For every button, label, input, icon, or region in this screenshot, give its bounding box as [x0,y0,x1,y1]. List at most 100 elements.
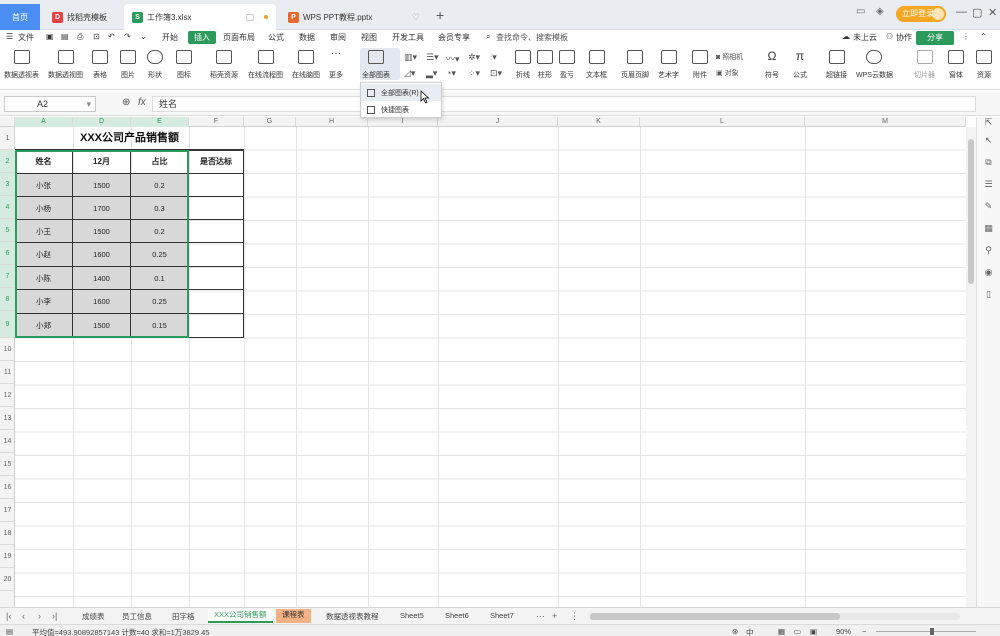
tab-home[interactable]: 首页 [0,4,40,30]
col-header-j[interactable]: J [438,117,558,127]
table-cell[interactable]: 0.2 [131,220,189,243]
page-view-icon[interactable]: ▭ [794,627,801,636]
skin-icon[interactable]: ◈ [876,6,884,17]
col-header-a[interactable]: A [15,117,73,127]
table-cell[interactable]: 0.2 [131,174,189,197]
all-charts-button[interactable]: 全部图表 [362,50,390,80]
menu-review[interactable]: 审阅 [330,32,346,43]
col-header-d[interactable]: D [73,117,131,127]
col-header-l[interactable]: L [640,117,805,127]
wps-cloud-data-button[interactable]: WPS云数据 [856,50,893,80]
menu-dev-tools[interactable]: 开发工具 [392,32,424,43]
table-cell[interactable]: 小王 [15,220,73,243]
area-chart-icon[interactable]: ◿▾ [404,68,415,79]
sparkline-line-button[interactable]: 折线 [515,50,531,80]
book-icon[interactable]: ▯ [983,289,994,299]
row-header-3[interactable]: 3 [0,173,15,196]
tab-pptx[interactable]: P WPS PPT教程.pptx ♡ [280,4,430,30]
table-cell[interactable] [189,314,244,338]
grid-icon[interactable]: ▦ [983,223,994,233]
scatter-chart-icon[interactable]: ⁘▾ [468,68,480,79]
table-cell[interactable] [189,220,244,243]
table-cell[interactable]: 小赵 [15,243,73,267]
col-header-k[interactable]: K [558,117,640,127]
new-tab-button[interactable]: + [436,7,444,23]
flowchart-button[interactable]: 在线流程图 [248,50,283,80]
table-cell[interactable]: 1600 [73,243,131,267]
vertical-scrollbar[interactable] [966,127,976,607]
row-header-18[interactable]: 18 [0,522,15,545]
table-cell[interactable]: 0.15 [131,314,189,338]
menu-data[interactable]: 数据 [299,32,315,43]
table-cell[interactable] [189,290,244,314]
scroll-thumb[interactable] [590,613,840,620]
pen-icon[interactable]: ✎ [983,201,994,211]
stock-chart-icon[interactable]: ⫶▾ [490,52,497,63]
preview-icon[interactable]: ⊡ [93,32,100,41]
row-header-20[interactable]: 20 [0,568,15,591]
sheet-tab[interactable]: 员工信息 [122,611,152,622]
row-header-2[interactable]: 2 [0,150,15,173]
zoom-slider-thumb[interactable] [930,628,934,635]
share-button[interactable]: 分享 [916,31,954,45]
monitor-icon[interactable]: ▢ [245,12,254,23]
prev-sheet-icon[interactable]: ‹ [22,611,25,621]
table-cell[interactable]: 1500 [73,174,131,197]
table-cell[interactable]: 0.3 [131,197,189,220]
equation-button[interactable]: π 公式 [792,50,808,80]
tab-workbook[interactable]: S 工作簿3.xlsx ▢ [124,4,276,30]
row-header-11[interactable]: 11 [0,361,15,384]
more-sheets-icon[interactable]: ··· [536,611,545,621]
layout-icon[interactable]: ▭ [856,6,865,17]
mindmap-button[interactable]: 在线脑图 [292,50,320,80]
col-header-g[interactable]: G [244,117,296,127]
line-chart-small-icon[interactable]: 〰▾ [446,52,460,65]
menu-start[interactable]: 开始 [162,32,178,43]
zoom-out-icon[interactable]: − [862,627,866,636]
row-header-16[interactable]: 16 [0,476,15,499]
redo-icon[interactable]: ↷ [124,32,131,41]
column-chart-icon[interactable]: ▥▾ [404,52,417,63]
table-cell[interactable] [189,174,244,197]
row-header-8[interactable]: 8 [0,288,15,311]
icon-button[interactable]: 图标 [176,50,192,80]
expand-icon[interactable]: ⇱ [983,117,994,127]
cursor-icon[interactable]: ↖ [983,135,994,145]
table-cell[interactable]: 1400 [73,267,131,290]
symbol-button[interactable]: Ω 符号 [764,50,780,80]
wordart-button[interactable]: 艺术字 [658,50,679,80]
header-cell[interactable]: 12月 [73,150,131,174]
bar-chart-small-icon[interactable]: ☰▾ [426,52,439,63]
textbox-button[interactable]: 文本框 [586,50,607,80]
scroll-thumb[interactable] [968,139,974,284]
style-icon[interactable]: ⧉ [983,157,994,167]
sheet-tab[interactable]: 数据透视表教程 [326,611,379,622]
table-cell[interactable]: 0.25 [131,243,189,267]
formula-input[interactable]: 姓名 [152,96,976,112]
menu-view[interactable]: 视图 [361,32,377,43]
row-header-10[interactable]: 10 [0,338,15,361]
col-header-m[interactable]: M [805,117,966,127]
shape-button[interactable]: 形状 [147,50,163,80]
col-header-e[interactable]: E [131,117,189,127]
fx-icon[interactable]: fx [138,97,146,108]
camera-button[interactable]: ◙ 照相机 [716,52,743,62]
print-icon[interactable]: ⎙ [77,32,83,42]
hyperlink-button[interactable]: 超链接 [826,50,847,80]
reading-view-icon[interactable]: ▣ [810,627,817,636]
sheet-tab[interactable]: 课程表 [276,609,311,623]
horizontal-scrollbar[interactable] [590,613,960,620]
select-all-corner[interactable] [0,117,15,127]
chevron-up-icon[interactable]: ⌃ [980,32,987,41]
row-header-6[interactable]: 6 [0,242,15,265]
heart-icon[interactable]: ♡ [412,12,420,23]
more-button[interactable]: ··· 更多 [328,49,344,80]
zoom-slider[interactable] [876,631,976,632]
other-chart-icon[interactable]: ⊡▾ [490,68,502,79]
header-footer-button[interactable]: 页眉页脚 [621,50,649,80]
chevron-down-icon[interactable]: ⌄ [140,32,147,41]
row-header-1[interactable]: 1 [0,127,15,150]
location-icon[interactable]: ◉ [983,267,994,277]
row-header-19[interactable]: 19 [0,545,15,568]
table-cell[interactable]: 小陈 [15,267,73,290]
